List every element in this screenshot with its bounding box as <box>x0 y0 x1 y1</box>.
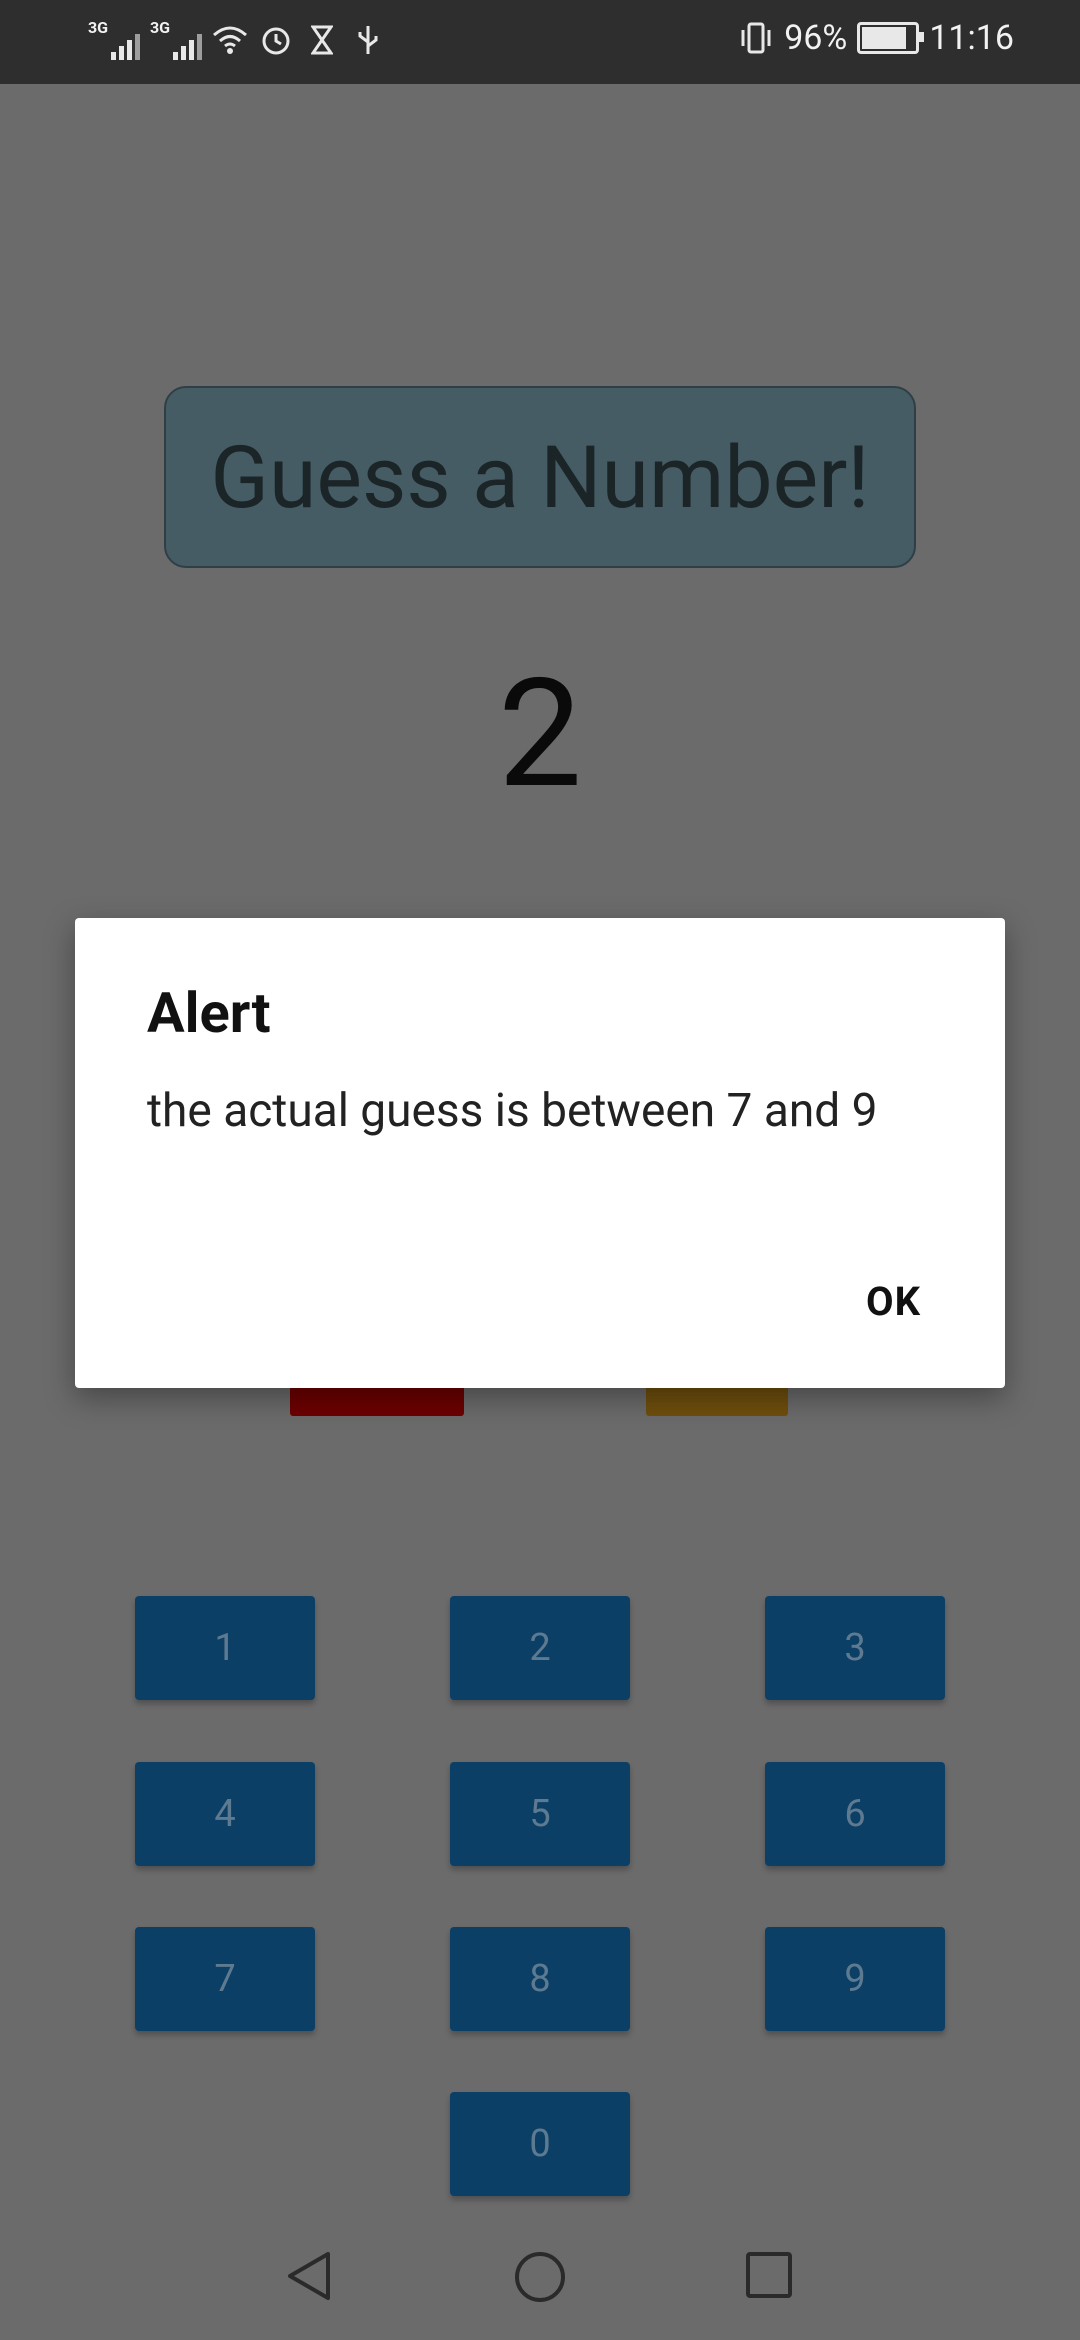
home-icon[interactable] <box>513 2250 567 2304</box>
sim2-network-label: 3G <box>150 18 171 37</box>
vibrate-icon <box>738 16 774 60</box>
keypad-button-9[interactable]: 9 <box>765 1927 945 2031</box>
wifi-icon <box>212 18 248 62</box>
current-guess-display: 2 <box>497 646 583 822</box>
battery-percent: 96% <box>784 18 848 58</box>
keypad-button-0[interactable]: 0 <box>450 2092 630 2196</box>
alarm-icon <box>258 18 294 62</box>
status-bar: 3G 3G 96% 11:16 <box>0 0 1080 84</box>
clock: 11:16 <box>929 18 1014 58</box>
dialog-message: the actual guess is between 7 and 9 <box>147 1084 878 1138</box>
signal-icon: 3G <box>150 18 202 62</box>
status-left: 3G 3G <box>88 18 386 62</box>
hourglass-icon <box>304 18 340 62</box>
dialog-ok-button[interactable]: OK <box>866 1278 921 1325</box>
keypad-button-8[interactable]: 8 <box>450 1927 630 2031</box>
sim1-network-label: 3G <box>88 18 109 37</box>
battery-icon <box>857 22 925 54</box>
signal-icon: 3G <box>88 18 140 62</box>
keypad-button-6[interactable]: 6 <box>765 1762 945 1866</box>
usb-icon <box>350 18 386 62</box>
keypad-button-1[interactable]: 1 <box>135 1596 315 1700</box>
keypad-button-5[interactable]: 5 <box>450 1762 630 1866</box>
alert-dialog: Alert the actual guess is between 7 and … <box>75 918 1005 1388</box>
dialog-title: Alert <box>147 980 271 1046</box>
keypad-button-2[interactable]: 2 <box>450 1596 630 1700</box>
back-icon[interactable] <box>284 2250 334 2302</box>
keypad-button-3[interactable]: 3 <box>765 1596 945 1700</box>
keypad-button-4[interactable]: 4 <box>135 1762 315 1866</box>
status-right: 96% 11:16 <box>738 16 1014 60</box>
app-title: Guess a Number! <box>164 386 916 568</box>
recents-icon[interactable] <box>745 2250 793 2300</box>
keypad-button-7[interactable]: 7 <box>135 1927 315 2031</box>
